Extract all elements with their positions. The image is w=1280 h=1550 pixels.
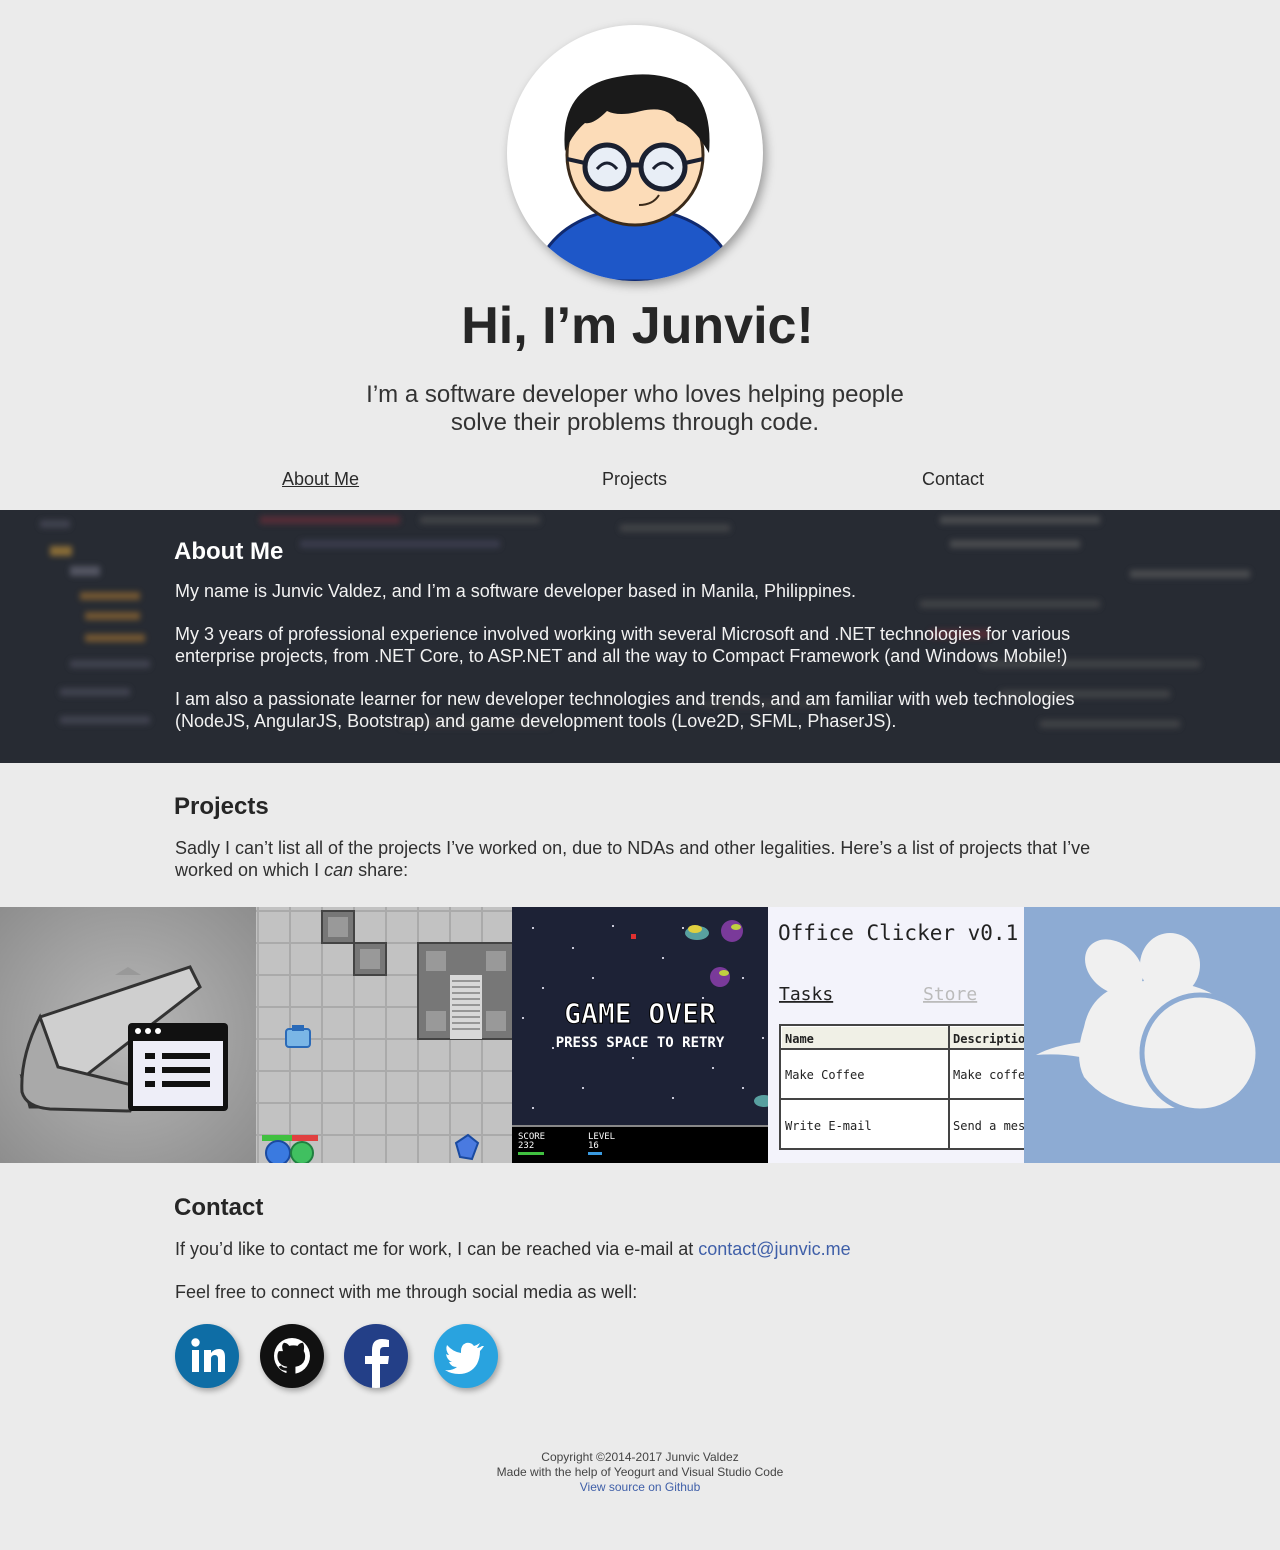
contact-content: Contact If you’d like to contact me for … xyxy=(174,1194,1105,1390)
github-icon xyxy=(274,1338,310,1374)
office-clicker-icon: Office Clicker v0.1 Tasks Store Name Des… xyxy=(768,907,1024,1163)
contact-heading: Contact xyxy=(174,1194,264,1221)
task-name: Write E-mail xyxy=(785,1119,872,1133)
view-source-link[interactable]: View source on Github xyxy=(580,1480,701,1494)
level-value: 16 xyxy=(588,1141,599,1151)
office-clicker-title: Office Clicker v0.1 xyxy=(778,921,1018,945)
linkedin-button[interactable] xyxy=(175,1324,239,1388)
column-description: Description xyxy=(953,1032,1024,1046)
tab-tasks: Tasks xyxy=(779,984,833,1005)
nav-about-me[interactable]: About Me xyxy=(282,469,359,490)
nav-contact[interactable]: Contact xyxy=(922,469,984,490)
about-section: About Me My name is Junvic Valdez, and I… xyxy=(0,510,1280,763)
footer-made-with: Made with the help of Yeogurt and Visual… xyxy=(496,1465,784,1479)
github-button[interactable] xyxy=(260,1324,324,1388)
projects-heading: Projects xyxy=(174,793,269,820)
storage-card-app-icon xyxy=(0,907,256,1163)
footer-copyright: Copyright ©2014-2017 Junvic Valdez xyxy=(541,1450,739,1464)
twitter-button[interactable] xyxy=(434,1324,498,1388)
contact-section: Contact If you’d like to contact me for … xyxy=(0,1163,1280,1423)
about-paragraph: My name is Junvic Valdez, and I’m a soft… xyxy=(175,581,857,601)
facebook-button[interactable] xyxy=(344,1324,408,1388)
project-tile-tank-game[interactable] xyxy=(256,907,512,1163)
hero-section: Hi, I’m Junvic! I’m a software developer… xyxy=(0,0,1280,510)
projects-intro: Sadly I can’t list all of the projects I… xyxy=(175,838,1091,880)
emphasis-can: can xyxy=(324,860,354,880)
retry-text: PRESS SPACE TO RETRY xyxy=(556,1035,725,1051)
projects-content: Projects Sadly I can’t list all of the p… xyxy=(174,793,1105,881)
page-title: Hi, I’m Junvic! xyxy=(461,297,814,355)
main-nav: About Me Projects Contact xyxy=(0,469,1280,493)
contact-social-text: Feel free to connect with me through soc… xyxy=(175,1282,638,1302)
game-over-text: GAME OVER xyxy=(564,997,716,1030)
about-paragraph: I am also a passionate learner for new d… xyxy=(175,689,1075,731)
project-tile-storage-card[interactable] xyxy=(0,907,256,1163)
facebook-icon xyxy=(365,1339,389,1388)
task-description: Send a mes xyxy=(953,1119,1024,1133)
project-tile-space-shooter[interactable]: GAME OVER PRESS SPACE TO RETRY SCORE 232… xyxy=(512,907,768,1163)
avatar xyxy=(507,25,763,281)
space-shooter-game-icon: GAME OVER PRESS SPACE TO RETRY SCORE 232… xyxy=(512,907,768,1163)
avatar-cartoon-icon xyxy=(541,74,729,281)
social-links xyxy=(175,1324,1105,1390)
tank-game-icon xyxy=(256,907,512,1163)
task-name: Make Coffee xyxy=(785,1068,864,1082)
bird-logo-icon xyxy=(1024,907,1280,1163)
linkedin-icon xyxy=(191,1338,225,1372)
tagline: I’m a software developer who loves helpi… xyxy=(366,381,904,436)
twitter-icon xyxy=(445,1342,484,1374)
project-tile-office-clicker[interactable]: Office Clicker v0.1 Tasks Store Name Des… xyxy=(768,907,1024,1163)
task-description: Make coffe xyxy=(953,1068,1024,1082)
footer: Copyright ©2014-2017 Junvic Valdez Made … xyxy=(0,1450,1280,1495)
about-paragraph: My 3 years of professional experience in… xyxy=(175,624,1071,666)
project-gallery: GAME OVER PRESS SPACE TO RETRY SCORE 232… xyxy=(0,907,1280,1163)
projects-section: Projects Sadly I can’t list all of the p… xyxy=(0,763,1280,907)
score-value: 232 xyxy=(518,1141,534,1151)
about-heading: About Me xyxy=(174,538,284,565)
tab-store: Store xyxy=(923,984,977,1005)
about-content: About Me My name is Junvic Valdez, and I… xyxy=(174,538,1095,753)
nav-projects[interactable]: Projects xyxy=(602,469,667,490)
email-link[interactable]: contact@junvic.me xyxy=(698,1239,850,1259)
column-name: Name xyxy=(785,1032,814,1046)
project-tile-bird-logo[interactable] xyxy=(1024,907,1280,1163)
contact-email-text: If you’d like to contact me for work, I … xyxy=(175,1239,851,1259)
